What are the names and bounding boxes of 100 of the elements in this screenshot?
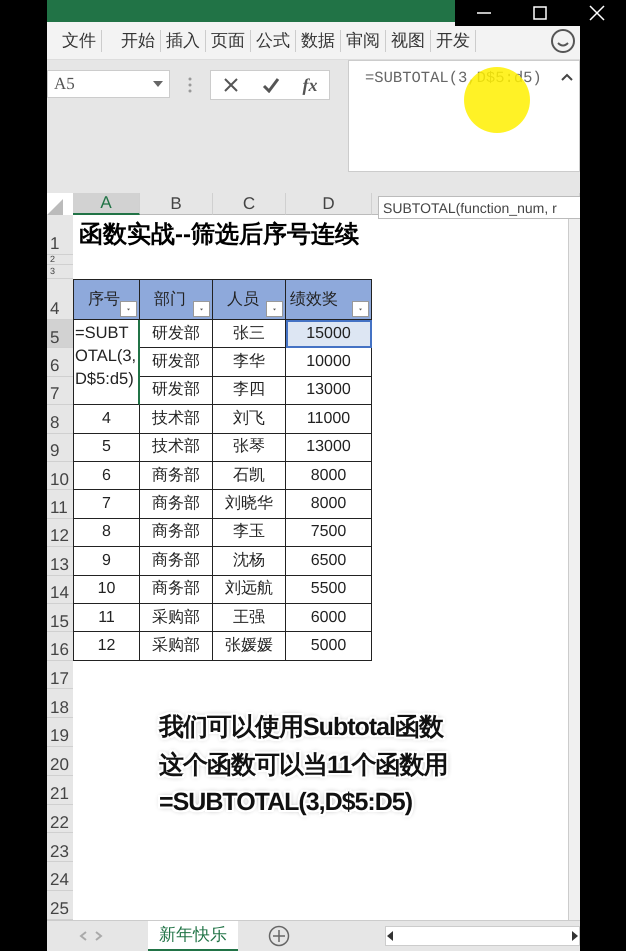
row-number[interactable]: 19 (47, 718, 73, 748)
row-number[interactable]: 20 (47, 747, 73, 776)
smiley-icon[interactable] (550, 28, 576, 54)
table-cell[interactable]: 5500 (286, 576, 372, 604)
ribbon-tab[interactable]: 页面 (206, 30, 251, 52)
table-cell[interactable]: 5000 (286, 632, 372, 661)
row-number[interactable]: 9 (47, 434, 73, 462)
sheet-tab[interactable]: 新年快乐 (148, 920, 238, 951)
table-cell: 李玉 (213, 518, 286, 548)
collapse-icon[interactable] (561, 73, 573, 81)
table-cell: 李四 (213, 376, 286, 406)
table-cell[interactable]: 8000 (286, 462, 372, 490)
ribbon-tab[interactable]: 开始 (116, 30, 161, 52)
column-header[interactable]: B (140, 193, 213, 215)
table-cell: 研发部 (140, 348, 213, 377)
table-cell: 10 (73, 576, 140, 604)
table-cell: 8 (73, 518, 140, 548)
row-number[interactable]: 12 (47, 518, 73, 548)
table-cell: 商务部 (140, 462, 213, 490)
filter-button[interactable] (193, 301, 210, 317)
cancel-icon[interactable] (222, 77, 238, 93)
table-cell: 4 (73, 405, 140, 434)
table-cell: 6 (73, 462, 140, 490)
table-cell[interactable]: 7500 (286, 518, 372, 548)
row-number[interactable]: 13 (47, 547, 73, 576)
table-cell: 刘晓华 (213, 490, 286, 519)
check-icon[interactable] (262, 77, 280, 93)
table-cell: 11 (73, 604, 140, 632)
row-number[interactable]: 23 (47, 833, 73, 862)
name-box[interactable]: A5 (47, 70, 170, 98)
table-cell: 采购部 (140, 604, 213, 632)
filter-button[interactable] (352, 301, 369, 317)
column-header[interactable]: A (73, 193, 140, 215)
ribbon-tab[interactable]: 审阅 (341, 30, 386, 52)
ribbon-tab[interactable]: 插入 (161, 30, 206, 52)
table-cell: 商务部 (140, 547, 213, 576)
ribbon-tab[interactable]: 视图 (386, 30, 431, 52)
scroll-right-icon[interactable] (571, 930, 579, 941)
column-heading: 序号 (88, 290, 120, 310)
table-cell: 7 (73, 490, 140, 519)
table-cell[interactable]: 15000 (286, 320, 372, 348)
table-cell: 商务部 (140, 490, 213, 519)
dropdown-caret-icon (153, 81, 163, 87)
table-cell: 9 (73, 547, 140, 576)
column-header[interactable]: D (286, 193, 372, 215)
table-cell[interactable]: 11000 (286, 405, 372, 434)
row-number[interactable]: 24 (47, 862, 73, 892)
table-cell: 采购部 (140, 632, 213, 661)
row-number[interactable]: 22 (47, 804, 73, 834)
row-number[interactable]: 16 (47, 632, 73, 661)
row-number[interactable]: 3 (47, 265, 73, 279)
row-number[interactable]: 21 (47, 776, 73, 805)
row-number[interactable]: 25 (47, 891, 73, 920)
caption-line: 我们可以使用Subtotal函数 (159, 712, 445, 743)
scroll-left-icon[interactable] (386, 930, 394, 941)
row-number[interactable]: 4 (47, 279, 73, 320)
row-number[interactable]: 8 (47, 405, 73, 434)
filter-button[interactable] (266, 301, 283, 317)
row-number[interactable]: 6 (47, 348, 73, 377)
maximize-icon[interactable] (533, 6, 548, 20)
table-cell: 石凯 (213, 462, 286, 490)
horizontal-scrollbar[interactable] (385, 926, 580, 946)
column-header[interactable]: C (213, 193, 286, 215)
table-cell: =SUBTOTAL(3,D$5:d5) (73, 320, 140, 406)
filter-button[interactable] (120, 301, 137, 317)
column-heading: 部门 (154, 290, 186, 310)
table-cell[interactable]: 8000 (286, 490, 372, 519)
row-number[interactable]: 17 (47, 660, 73, 690)
ribbon-tab[interactable]: 开发 (431, 30, 476, 52)
table-cell: 张媛媛 (213, 632, 286, 661)
row-number[interactable]: 18 (47, 689, 73, 718)
table-cell: 刘远航 (213, 576, 286, 604)
row-number[interactable]: 5 (47, 320, 73, 348)
insert-function-button[interactable]: fx (302, 72, 318, 98)
table-cell[interactable]: 6000 (286, 604, 372, 632)
table-cell: 张琴 (213, 434, 286, 462)
table-cell[interactable]: 6500 (286, 547, 372, 576)
close-icon[interactable] (589, 5, 606, 21)
row-number[interactable]: 7 (47, 376, 73, 406)
table-cell: 技术部 (140, 434, 213, 462)
row-number[interactable]: 1 (47, 215, 73, 255)
ribbon-tab[interactable]: 数据 (296, 30, 341, 52)
add-sheet-icon[interactable] (268, 924, 290, 947)
table-cell: 研发部 (140, 320, 213, 348)
sheet-title: 函数实战--筛选后序号连续 (78, 220, 360, 250)
table-cell[interactable]: 13000 (286, 376, 372, 406)
table-cell: 研发部 (140, 376, 213, 406)
ribbon-tab[interactable]: 公式 (251, 30, 296, 52)
table-cell[interactable]: 13000 (286, 434, 372, 462)
row-number[interactable]: 15 (47, 604, 73, 632)
table-cell: 沈杨 (213, 547, 286, 576)
caption-line: =SUBTOTAL(3,D$5:D5) (159, 787, 414, 818)
row-number[interactable]: 2 (47, 255, 73, 265)
table-cell[interactable]: 10000 (286, 348, 372, 377)
row-number[interactable]: 10 (47, 462, 73, 490)
caption-line: 这个函数可以当11个函数用 (159, 750, 448, 780)
ribbon-tab[interactable]: 文件 (57, 30, 102, 52)
row-number[interactable]: 11 (47, 490, 73, 519)
table-cell: 王强 (213, 604, 286, 632)
row-number[interactable]: 14 (47, 576, 73, 604)
